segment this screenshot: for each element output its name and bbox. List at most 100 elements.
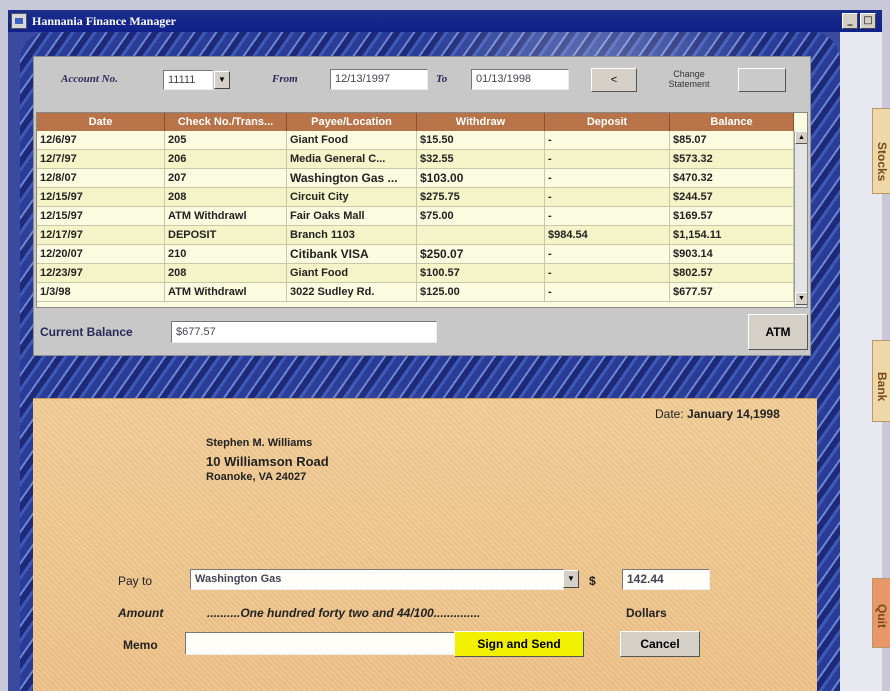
cell-withdraw: $100.57 bbox=[417, 264, 545, 283]
cell-check: DEPOSIT bbox=[165, 226, 287, 245]
amount-label: Amount bbox=[118, 606, 164, 620]
cell-date: 12/17/97 bbox=[37, 226, 165, 245]
cell-date: 12/15/97 bbox=[37, 188, 165, 207]
cell-date: 12/6/97 bbox=[37, 131, 165, 150]
from-date-field[interactable]: 12/13/1997 bbox=[330, 69, 428, 90]
table-header: Date Check No./Trans... Payee/Location W… bbox=[37, 113, 794, 131]
cell-withdraw bbox=[417, 226, 545, 245]
account-bar: Account No. 11111 ▼ From 12/13/1997 To 0… bbox=[34, 57, 810, 103]
cell-date: 12/20/07 bbox=[37, 245, 165, 264]
current-balance-field: $677.57 bbox=[171, 321, 437, 343]
cell-balance: $169.57 bbox=[670, 207, 794, 226]
cell-balance: $470.32 bbox=[670, 169, 794, 188]
table-row[interactable]: 12/6/97 205 Giant Food $15.50 - $85.07 bbox=[37, 131, 794, 150]
memo-field[interactable] bbox=[185, 632, 457, 655]
scroll-up-arrow[interactable]: ▲ bbox=[795, 131, 807, 144]
table-row[interactable]: 12/23/97 208 Giant Food $100.57 - $802.5… bbox=[37, 264, 794, 283]
atm-button[interactable]: ATM bbox=[748, 314, 808, 350]
tab-bank[interactable]: Bank bbox=[872, 340, 890, 422]
minimize-button[interactable]: _ bbox=[842, 13, 858, 29]
cell-check: 208 bbox=[165, 188, 287, 207]
ledger-panel: Account No. 11111 ▼ From 12/13/1997 To 0… bbox=[33, 56, 811, 356]
tab-bank-label: Bank bbox=[875, 372, 889, 402]
check-panel: Date: January 14,1998 Stephen M. William… bbox=[33, 398, 817, 691]
table-row[interactable]: 12/15/97 ATM Withdrawl Fair Oaks Mall $7… bbox=[37, 207, 794, 226]
pay-to-label: Pay to bbox=[118, 574, 153, 588]
column-header-deposit[interactable]: Deposit bbox=[545, 113, 670, 131]
title-bar: Hannania Finance Manager _ □ bbox=[8, 10, 882, 32]
cell-payee: Fair Oaks Mall bbox=[287, 207, 417, 226]
cell-payee: Giant Food bbox=[287, 264, 417, 283]
column-header-date[interactable]: Date bbox=[37, 113, 165, 131]
column-header-check[interactable]: Check No./Trans... bbox=[165, 113, 287, 131]
cell-payee: Media General C... bbox=[287, 150, 417, 169]
to-label: To bbox=[436, 73, 448, 85]
memo-label: Memo bbox=[123, 638, 158, 652]
cell-deposit: - bbox=[545, 131, 670, 150]
dollar-sign: $ bbox=[589, 574, 596, 588]
cell-deposit: - bbox=[545, 283, 670, 302]
table-row[interactable]: 12/15/97 208 Circuit City $275.75 - $244… bbox=[37, 188, 794, 207]
table-row[interactable]: 12/7/97 206 Media General C... $32.55 - … bbox=[37, 150, 794, 169]
chevron-down-icon: ▼ bbox=[567, 574, 575, 583]
table-row[interactable]: 1/3/98 ATM Withdrawl 3022 Sudley Rd. $12… bbox=[37, 283, 794, 302]
amount-field[interactable]: 142.44 bbox=[622, 569, 710, 590]
cell-date: 12/7/97 bbox=[37, 150, 165, 169]
cancel-button[interactable]: Cancel bbox=[620, 631, 700, 657]
column-header-withdraw[interactable]: Withdraw bbox=[417, 113, 545, 131]
cell-withdraw: $75.00 bbox=[417, 207, 545, 226]
scroll-down-arrow[interactable]: ▼ bbox=[795, 292, 807, 305]
amount-words: ..........One hundred forty two and 44/1… bbox=[207, 606, 481, 620]
account-label: Account No. bbox=[61, 73, 118, 85]
table-row[interactable]: 12/8/07 207 Washington Gas ... $103.00 -… bbox=[37, 169, 794, 188]
cell-payee: Giant Food bbox=[287, 131, 417, 150]
caret-up-icon: ▲ bbox=[798, 134, 805, 141]
cell-payee: Circuit City bbox=[287, 188, 417, 207]
cell-balance: $573.32 bbox=[670, 150, 794, 169]
pay-to-field[interactable]: Washington Gas bbox=[190, 569, 564, 590]
tab-quit-label: Quit bbox=[875, 604, 889, 628]
cell-balance: $244.57 bbox=[670, 188, 794, 207]
table-scrollbar[interactable]: ▲ ▼ bbox=[794, 131, 807, 307]
cell-payee: Branch 1103 bbox=[287, 226, 417, 245]
column-header-balance[interactable]: Balance bbox=[670, 113, 794, 131]
account-select[interactable]: 11111 bbox=[163, 70, 213, 90]
cell-check: ATM Withdrawl bbox=[165, 283, 287, 302]
table-row[interactable]: 12/17/97 DEPOSIT Branch 1103 $984.54 $1,… bbox=[37, 226, 794, 245]
tab-quit[interactable]: Quit bbox=[872, 578, 890, 648]
table-row[interactable]: 12/20/07 210 Citibank VISA $250.07 - $90… bbox=[37, 245, 794, 264]
cell-balance: $802.57 bbox=[670, 264, 794, 283]
window-title: Hannania Finance Manager bbox=[32, 14, 177, 28]
next-statement-button[interactable] bbox=[738, 68, 786, 92]
pay-to-dropdown-button[interactable]: ▼ bbox=[563, 570, 579, 588]
cell-withdraw: $125.00 bbox=[417, 283, 545, 302]
cell-balance: $85.07 bbox=[670, 131, 794, 150]
sign-and-send-button[interactable]: Sign and Send bbox=[454, 631, 584, 657]
cell-date: 12/15/97 bbox=[37, 207, 165, 226]
current-balance-label: Current Balance bbox=[40, 325, 133, 339]
transaction-table: Date Check No./Trans... Payee/Location W… bbox=[36, 112, 808, 308]
to-date-field[interactable]: 01/13/1998 bbox=[471, 69, 569, 90]
cell-check: 205 bbox=[165, 131, 287, 150]
date-value: January 14,1998 bbox=[687, 407, 780, 421]
cell-balance: $903.14 bbox=[670, 245, 794, 264]
cell-deposit: - bbox=[545, 169, 670, 188]
tab-stocks[interactable]: Stocks bbox=[872, 108, 890, 194]
from-label: From bbox=[272, 73, 298, 85]
finance-manager-window: Stocks Bank Quit Hannania Finance Manage… bbox=[0, 0, 890, 691]
check-date: Date: January 14,1998 bbox=[655, 407, 780, 421]
column-header-payee[interactable]: Payee/Location bbox=[287, 113, 417, 131]
cell-deposit: - bbox=[545, 188, 670, 207]
chevron-down-icon: ▼ bbox=[218, 75, 226, 84]
cell-date: 1/3/98 bbox=[37, 283, 165, 302]
cell-check: 208 bbox=[165, 264, 287, 283]
account-dropdown-button[interactable]: ▼ bbox=[214, 71, 230, 89]
payer-name: Stephen M. Williams bbox=[206, 437, 313, 449]
cell-check: 210 bbox=[165, 245, 287, 264]
cell-check: ATM Withdrawl bbox=[165, 207, 287, 226]
maximize-button[interactable]: □ bbox=[860, 13, 876, 29]
previous-statement-button[interactable]: < bbox=[591, 68, 637, 92]
cell-withdraw: $103.00 bbox=[417, 169, 545, 188]
cell-date: 12/8/07 bbox=[37, 169, 165, 188]
cell-payee: 3022 Sudley Rd. bbox=[287, 283, 417, 302]
